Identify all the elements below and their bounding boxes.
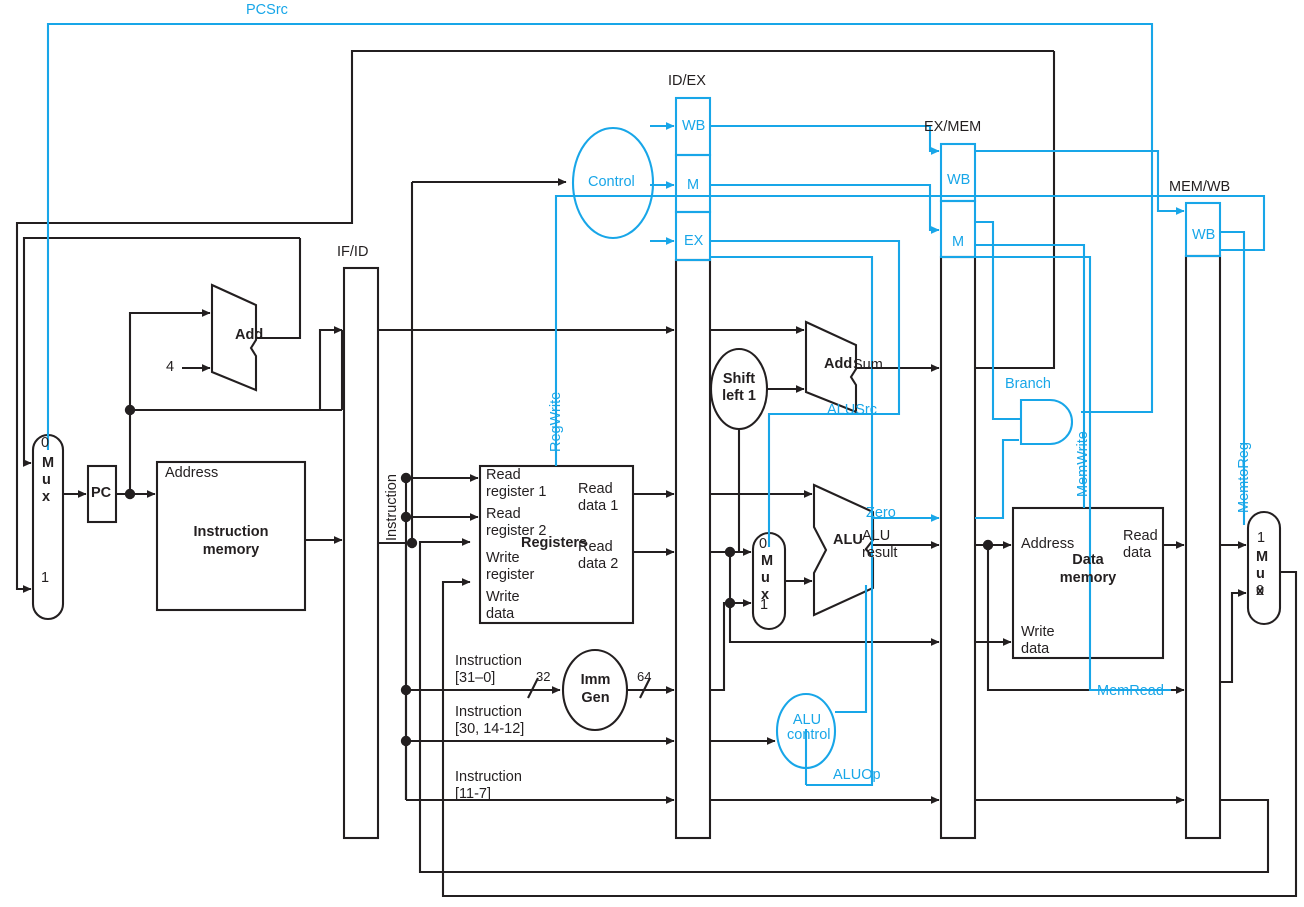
write-register-label: Write register	[486, 550, 535, 583]
memtoreg-label: MemtoReg	[1236, 442, 1252, 513]
read-data-1-label: Read data 1	[578, 481, 619, 514]
idex-wb-text: WB	[682, 118, 706, 134]
mux-alu-0-label: 0	[759, 536, 768, 552]
imm-gen-label: Imm Gen	[580, 672, 611, 706]
aluop-label: ALUOp	[833, 767, 881, 783]
wire-exmem-branchtarget-up	[975, 51, 1056, 370]
mux-pc-1-label: 1	[41, 570, 50, 586]
add-pc-label: Add	[235, 327, 264, 343]
memwb-label: MEM/WB	[1169, 179, 1231, 195]
pcsrc-label: PCSrc	[246, 2, 288, 18]
idex-ex-text: EX	[684, 233, 704, 249]
wire-exmem-m-memread	[975, 255, 1171, 692]
wire-pc4-to-mux0	[22, 236, 300, 467]
idex-register-box	[674, 258, 712, 840]
ifid-label: IF/ID	[337, 244, 369, 260]
alu-label: ALU	[833, 532, 863, 548]
regwrite-label: RegWrite	[548, 391, 564, 452]
read-register-1-label: Read register 1	[486, 467, 547, 500]
alu-control-label: ALU control	[787, 712, 831, 743]
memwb-register-box	[1184, 254, 1222, 840]
ifid-register-box	[342, 266, 380, 840]
mux-pc-0-label: 0	[41, 435, 50, 451]
wire-muxwb-out-to-writedata	[441, 570, 1298, 898]
dmem-read-data-label: Read data	[1123, 528, 1158, 561]
wire-memwb-rd-to-writereg	[418, 538, 1270, 874]
wire-idex-wb-to-exmem	[710, 124, 940, 155]
instr-31-0-label: Instruction [31–0]	[455, 653, 522, 686]
dmem-write-data-label: Write data	[1021, 624, 1055, 657]
alu-result-label: ALU result	[862, 528, 898, 561]
add-sum-label: Sum	[853, 357, 883, 373]
wire-exmem-zero-to-and	[975, 438, 1019, 520]
exmem-label: EX/MEM	[924, 119, 982, 135]
four-label: 4	[166, 359, 175, 375]
idex-m-text: M	[687, 177, 700, 193]
registers-label: Registers	[521, 535, 588, 551]
add-branch-label: Add	[824, 356, 853, 372]
branch-and-gate	[1019, 398, 1074, 446]
mux-wb-1-label: 1	[1257, 530, 1266, 546]
datapath-wires	[15, 22, 1298, 898]
mux-wb-0-label: 0	[1256, 583, 1265, 599]
instr-11-7-label: Instruction [11-7]	[455, 769, 522, 802]
wire-add-out	[256, 238, 302, 340]
memwb-wb-text: WB	[1192, 227, 1216, 243]
alusrc-label: ALUSrc	[827, 402, 877, 418]
width-32-label: 32	[536, 669, 551, 684]
exmem-register-box	[939, 255, 977, 840]
memread-label: MemRead	[1097, 683, 1164, 699]
exmem-m-text: M	[952, 234, 965, 250]
dmem-address-label: Address	[1021, 536, 1075, 552]
exmem-wb-text: WB	[947, 172, 971, 188]
wire-memwb-aluout-to-mux0	[1220, 589, 1247, 684]
instr-30-14-12-label: Instruction [30, 14-12]	[455, 704, 525, 737]
width-64-label: 64	[637, 669, 652, 684]
imem-address-label: Address	[165, 465, 219, 481]
instruction-bus-label: Instruction	[384, 474, 400, 541]
wire-junction-dots	[124, 404, 994, 747]
wire-instruction-bus	[378, 541, 408, 800]
mux-alu-1-label: 1	[760, 597, 769, 613]
shift-left-label: Shift left 1	[722, 371, 756, 404]
datapath-diagram: PCSrc RegWrite ALUSrc ALUOp Branch MemWr…	[0, 0, 1304, 907]
instruction-memory-label: Instruction memory	[193, 524, 269, 558]
idex-label: ID/EX	[668, 73, 706, 89]
mux-pc-letters: Mux	[42, 455, 55, 505]
pc-label: PC	[91, 485, 112, 501]
memwrite-label: MemWrite	[1075, 431, 1091, 497]
zero-label: Zero	[866, 505, 896, 521]
wire-idex-ex-aluop	[710, 255, 874, 787]
data-memory-label: Data memory	[1059, 552, 1117, 586]
control-unit-label: Control	[588, 174, 635, 190]
write-data-reg-label: Write data	[486, 589, 520, 622]
branch-label: Branch	[1005, 376, 1051, 392]
wire-idex-m-to-exmem	[710, 183, 940, 234]
